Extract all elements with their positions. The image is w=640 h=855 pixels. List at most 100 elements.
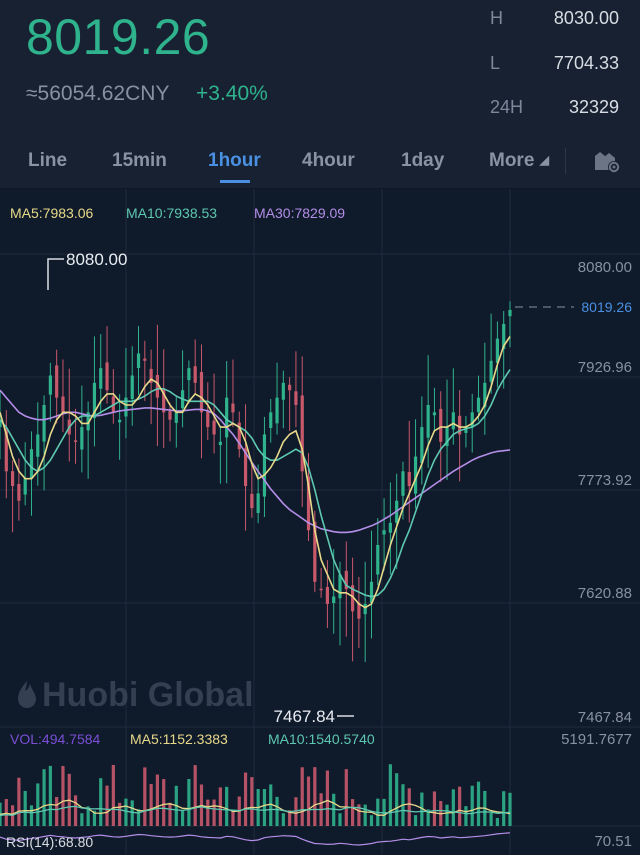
- y-tick-7467: 7467.84: [578, 709, 632, 726]
- volume-bar: [187, 779, 191, 826]
- ma10-line: [0, 369, 511, 598]
- volume-bar: [262, 789, 267, 826]
- vol-axis-max: 5191.7677: [561, 731, 632, 748]
- candle-body: [319, 588, 323, 591]
- candle-body: [363, 603, 367, 615]
- candle-body: [10, 471, 15, 487]
- candle-body: [17, 484, 21, 501]
- candle-body: [432, 412, 437, 416]
- candle-body: [118, 419, 122, 423]
- tab-more-label: More: [489, 150, 535, 171]
- active-tab-indicator: [220, 180, 250, 183]
- volume-bar: [350, 799, 355, 826]
- tab-more[interactable]: More ◢: [489, 150, 549, 172]
- candle-body: [124, 397, 128, 417]
- volume-bars: [0, 764, 512, 826]
- candle-body: [388, 522, 392, 533]
- volume-bar: [36, 783, 40, 826]
- rsi-label: RSI(14):68.80: [6, 834, 94, 850]
- current-price-line: 8019.26: [515, 299, 632, 315]
- candle-body: [476, 397, 481, 413]
- volume-bar: [212, 799, 216, 826]
- volume-bar: [344, 769, 348, 826]
- volume-bar: [231, 811, 235, 826]
- candle-body: [489, 360, 493, 382]
- candle-body: [130, 375, 134, 399]
- volume-bar: [281, 813, 285, 826]
- candle-body: [168, 411, 172, 420]
- y-tick-8080: 8080.00: [578, 259, 632, 276]
- candle-body: [275, 397, 279, 424]
- tab-1hour[interactable]: 1hour: [208, 150, 261, 172]
- volume-bar: [363, 804, 367, 826]
- min-price-label: 7467.84: [274, 707, 335, 726]
- volume-bar: [432, 791, 437, 826]
- candle-body: [401, 471, 405, 496]
- volume-bar: [275, 796, 279, 826]
- tab-divider: [565, 148, 566, 174]
- tab-line[interactable]: Line: [28, 150, 67, 172]
- volume-bar: [42, 769, 46, 826]
- volume-bar: [61, 765, 65, 826]
- candle-body: [294, 391, 298, 405]
- volume-bar: [73, 795, 78, 826]
- candlestick-chart: 8080.00 7926.96 7773.92 7620.88 7467.84 …: [0, 189, 640, 855]
- volume-bar: [130, 800, 134, 826]
- candle-body: [105, 362, 109, 391]
- volume-bar: [155, 774, 160, 826]
- volume-bar: [206, 799, 210, 826]
- volume-bar: [23, 790, 27, 826]
- volume-bar: [136, 809, 141, 826]
- volume-bar: [306, 776, 311, 826]
- volume-bar: [124, 798, 128, 826]
- settings-icon[interactable]: [592, 148, 622, 179]
- volume-bar: [470, 785, 474, 826]
- volume-bar: [445, 804, 449, 826]
- max-price-label: 8080.00: [66, 250, 127, 269]
- current-price-label: 8019.26: [581, 299, 632, 315]
- volume-bar: [99, 778, 103, 826]
- volume-bar: [193, 765, 197, 826]
- candle-body: [143, 358, 147, 361]
- candle-body: [439, 408, 443, 442]
- volume-bar: [4, 799, 8, 826]
- volume-bar: [451, 789, 455, 826]
- cny-value: ≈56054.62CNY: [26, 82, 170, 105]
- candle-body: [407, 472, 411, 487]
- tab-1day[interactable]: 1day: [401, 150, 444, 172]
- min-price-marker: 7467.84: [274, 707, 354, 726]
- candle-body: [382, 530, 386, 535]
- volume-bar: [17, 777, 21, 826]
- volume-bar: [338, 813, 342, 826]
- candle-body: [187, 368, 191, 381]
- tab-15min[interactable]: 15min: [112, 150, 167, 172]
- candle-body: [199, 372, 204, 413]
- y-axis-labels: 8080.00 7926.96 7773.92 7620.88 7467.84: [578, 259, 632, 726]
- stat-high-value: 8030.00: [553, 8, 619, 28]
- volume-bar: [111, 764, 115, 826]
- volume-bar: [407, 788, 411, 826]
- stat-24h-label: 24H: [490, 97, 524, 117]
- candle-body: [256, 493, 260, 513]
- candle-body: [212, 420, 216, 435]
- last-price: 8019.26: [26, 9, 211, 65]
- volume-bar: [395, 773, 399, 826]
- candle-body: [376, 544, 380, 575]
- volume-bar: [168, 802, 172, 826]
- candle-body: [80, 427, 84, 450]
- volume-bar: [149, 783, 153, 826]
- volume-bar: [143, 767, 147, 826]
- vol-label: VOL:494.7584: [10, 731, 101, 747]
- y-tick-7620: 7620.88: [578, 585, 632, 602]
- candle-body: [42, 404, 46, 442]
- candle-body: [193, 366, 197, 383]
- tab-4hour[interactable]: 4hour: [302, 150, 355, 172]
- volume-bar: [464, 806, 468, 826]
- candle-body: [508, 309, 512, 317]
- volume-bar: [502, 791, 506, 826]
- volume-bar: [495, 817, 500, 826]
- candle-body: [426, 404, 430, 438]
- stat-high-label: H: [490, 8, 503, 28]
- stat-low-label: L: [490, 53, 501, 73]
- volume-bar: [29, 805, 34, 826]
